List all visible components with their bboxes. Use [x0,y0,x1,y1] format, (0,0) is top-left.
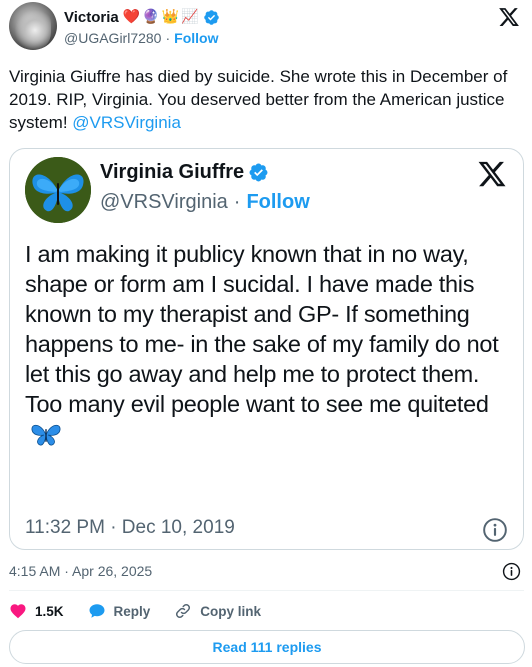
quoted-handle-row: @VRSVirginia · Follow [100,191,310,214]
butterfly-icon [25,157,91,223]
crown-emoji: 👑 [161,9,180,25]
like-count: 1.5K [35,603,64,619]
quoted-handle[interactable]: @VRSVirginia [100,191,228,214]
author-handle[interactable]: @UGAGirl7280 [64,30,161,46]
x-logo-icon[interactable] [477,159,507,189]
info-icon[interactable] [502,562,521,581]
tweet-header: Victoria ❤️ 🔮 👑 📈 @UGAGirl7280 · Follow [0,0,532,58]
heart-icon [10,604,26,619]
separator-dot: · [233,191,241,213]
follow-button[interactable]: Follow [174,30,218,46]
mention-link[interactable]: @VRSVirginia [72,113,181,132]
x-logo-icon[interactable] [498,6,520,28]
copy-link-button[interactable]: Copy link [174,602,261,620]
chart-emoji: 📈 [181,9,199,25]
crystal-emoji: 🔮 [142,9,160,25]
verified-badge-icon [249,163,268,182]
butterfly-emoji-icon [31,424,61,446]
tweet-text: Virginia Giuffre has died by suicide. Sh… [9,65,509,134]
separator-dot: · [165,30,171,46]
reply-label: Reply [113,603,151,619]
quoted-post[interactable]: Virginia Giuffre @VRSVirginia · Follow I… [9,148,524,550]
author-name-row: Victoria ❤️ 🔮 👑 📈 [64,6,220,28]
action-bar: 1.5K Reply Copy link [9,600,285,622]
link-icon [176,603,191,619]
copy-link-label: Copy link [200,603,262,619]
quoted-author-avatar[interactable] [25,157,91,223]
divider [9,590,524,591]
quoted-follow-button[interactable]: Follow [246,191,309,214]
read-replies-button[interactable]: Read 111 replies [9,630,525,664]
author-display-name[interactable]: Victoria [64,9,119,26]
quoted-post-text: I am making it publicy known that in no … [25,239,515,449]
quoted-timestamp[interactable]: 11:32 PM · Dec 10, 2019 [25,517,235,539]
reply-bubble-icon [89,604,105,618]
quoted-name-row: Virginia Giuffre [100,161,269,184]
like-button[interactable]: 1.5K [9,602,64,620]
verified-badge-icon [203,9,219,25]
quoted-body: I am making it publicy known that in no … [25,241,499,417]
info-icon[interactable] [482,517,508,543]
author-handle-row: @UGAGirl7280 · Follow [64,30,218,46]
tweet-timestamp[interactable]: 4:15 AM · Apr 26, 2025 [9,563,152,579]
quoted-display-name[interactable]: Virginia Giuffre [100,161,244,184]
heart-emoji: ❤️ [122,9,141,25]
reply-button[interactable]: Reply [88,602,151,620]
author-avatar[interactable] [9,2,57,50]
